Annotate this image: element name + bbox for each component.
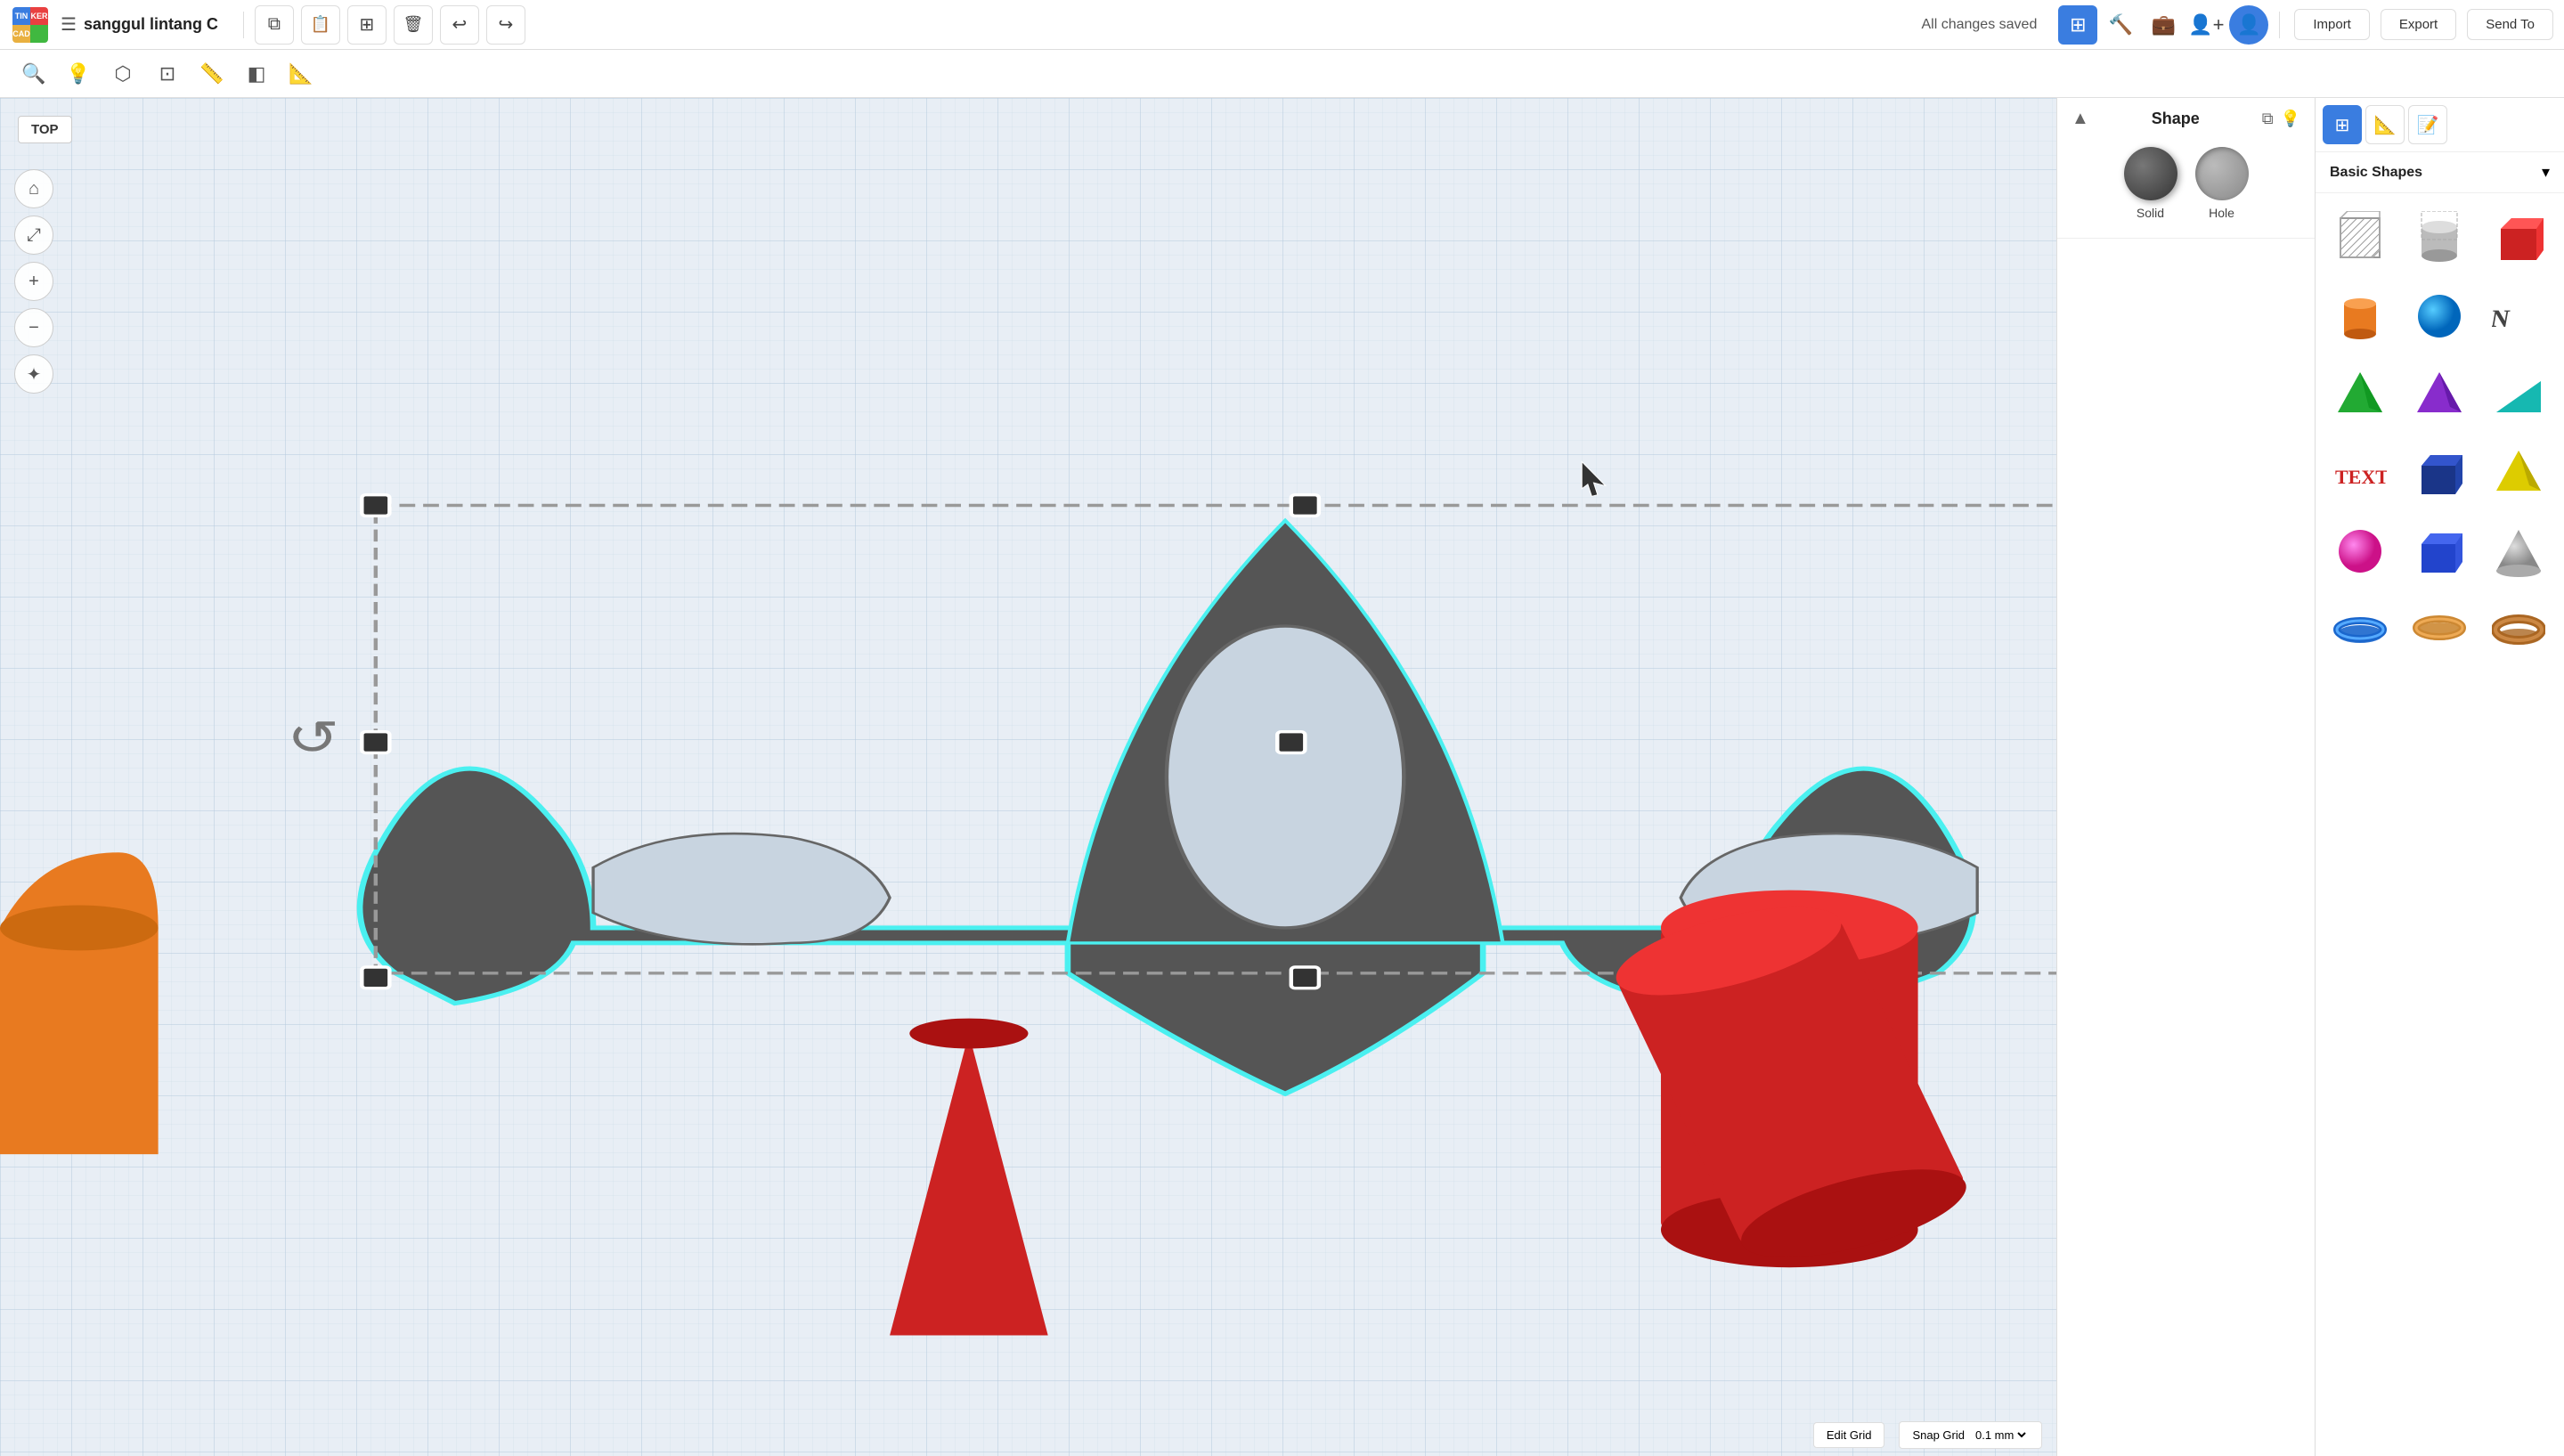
- main-area: TOP ⌂ ⤢ + − ✦: [0, 98, 2564, 1456]
- handle-bc: [1291, 967, 1319, 988]
- search-tool[interactable]: 🔍: [14, 54, 53, 94]
- solid-option[interactable]: Solid: [2124, 147, 2177, 220]
- handle-ml: [362, 732, 389, 753]
- shape-item-ring-brown[interactable]: [2402, 592, 2477, 667]
- delete-button[interactable]: 🗑: [394, 5, 433, 45]
- library-dropdown-button[interactable]: ▾: [2542, 163, 2550, 182]
- logo-bl: CAD: [12, 25, 30, 43]
- shape-panel-title: Shape: [2152, 110, 2200, 128]
- divider: [243, 12, 244, 38]
- shape-item-text-red[interactable]: TEXT: [2323, 435, 2397, 510]
- top-bar: TIN KER CAD ☰ sanggul lintang C ⧉ 📋 ⊞ 🗑 …: [0, 0, 2564, 50]
- tools-button[interactable]: 🔨: [2101, 5, 2140, 45]
- shape-item-sphere-pink[interactable]: [2323, 514, 2397, 589]
- lib-top-nav: ⊞ 📐 📝: [2316, 98, 2564, 152]
- shapes-grid: N: [2316, 193, 2564, 674]
- logo-tl: TIN: [12, 7, 30, 25]
- shape-item-box-striped[interactable]: [2323, 200, 2397, 275]
- svg-text:N: N: [2492, 305, 2511, 333]
- shape-item-box-navy[interactable]: [2402, 435, 2477, 510]
- copy-button[interactable]: ⧉: [255, 5, 294, 45]
- projects-button[interactable]: 💼: [2144, 5, 2183, 45]
- shape-item-box-blue[interactable]: [2402, 514, 2477, 589]
- import-button[interactable]: Import: [2294, 9, 2370, 40]
- handle-tc: [1291, 495, 1319, 517]
- shape-item-pyramid-purple[interactable]: [2402, 357, 2477, 432]
- rotate-left-icon: ↺: [287, 712, 340, 765]
- shape-panel-header: ▲ Shape ⧉ 💡: [2072, 109, 2300, 129]
- hole-circle: [2195, 147, 2249, 200]
- panel-light-icon[interactable]: 💡: [2281, 110, 2300, 128]
- solid-label: Solid: [2137, 206, 2164, 220]
- snap-grid-select[interactable]: 0.1 mm 0.5 mm 1.0 mm: [1972, 1428, 2029, 1443]
- send-to-button[interactable]: Send To: [2467, 9, 2553, 40]
- shape-item-cylinder-silver[interactable]: [2402, 200, 2477, 275]
- lib-grid-button[interactable]: ⊞: [2323, 105, 2362, 144]
- shape-item-cylinder-orange[interactable]: [2323, 279, 2397, 354]
- panel-copy-icon[interactable]: ⧉: [2262, 110, 2274, 128]
- svg-text:TEXT: TEXT: [2335, 466, 2387, 488]
- duplicate-button[interactable]: ⊞: [347, 5, 387, 45]
- shape-item-box-red[interactable]: [2481, 200, 2556, 275]
- solid-circle: [2124, 147, 2177, 200]
- shape-item-letters[interactable]: N: [2481, 279, 2556, 354]
- lib-ruler-button[interactable]: 📐: [2365, 105, 2405, 144]
- secondary-toolbar: 🔍 💡 ⬡ ⊡ 📏 ◧ 📐: [0, 50, 2564, 98]
- grid-view-button[interactable]: ⊞: [2058, 5, 2097, 45]
- bottom-controls: Edit Grid Snap Grid 0.1 mm 0.5 mm 1.0 mm: [1813, 1421, 2042, 1449]
- doc-icon: ☰: [61, 13, 77, 36]
- library-title: Basic Shapes: [2330, 165, 2422, 181]
- shape-properties-panel: ▲ Shape ⧉ 💡 Solid Hole: [2056, 98, 2315, 1456]
- shape-item-donut-brown[interactable]: [2481, 592, 2556, 667]
- canvas[interactable]: TOP ⌂ ⤢ + − ✦: [0, 98, 2056, 1456]
- nav-icons: ⊞ 🔨 💼 👤+ 👤: [2058, 5, 2268, 45]
- shape-item-torus-blue[interactable]: [2323, 592, 2397, 667]
- snap-grid-control: Snap Grid 0.1 mm 0.5 mm 1.0 mm: [1899, 1421, 2042, 1449]
- library-header: Basic Shapes ▾: [2316, 152, 2564, 193]
- ruler-tool[interactable]: 📏: [192, 54, 232, 94]
- logo-tr: KER: [30, 7, 48, 25]
- doc-name[interactable]: sanggul lintang C: [84, 15, 218, 34]
- mirror-tool[interactable]: ◧: [237, 54, 276, 94]
- handle-tl: [362, 495, 389, 517]
- hole-label: Hole: [2209, 206, 2234, 220]
- divider2: [2279, 12, 2280, 38]
- status-text: All changes saved: [1921, 17, 2037, 33]
- avatar-button[interactable]: 👤: [2229, 5, 2268, 45]
- shape-options: Solid Hole: [2072, 140, 2300, 227]
- export-button[interactable]: Export: [2381, 9, 2456, 40]
- panel-icons: ⧉ 💡: [2262, 110, 2300, 128]
- paste-button[interactable]: 📋: [301, 5, 340, 45]
- shape-panel: ▲ Shape ⧉ 💡 Solid Hole: [2057, 98, 2315, 239]
- bulb-tool[interactable]: 💡: [59, 54, 98, 94]
- redo-button[interactable]: ↪: [486, 5, 525, 45]
- account-add-button[interactable]: 👤+: [2186, 5, 2226, 45]
- undo-button[interactable]: ↩: [440, 5, 479, 45]
- shape-item-cone-gray[interactable]: [2481, 514, 2556, 589]
- logo-br: [30, 25, 48, 43]
- logo[interactable]: TIN KER CAD: [11, 5, 50, 45]
- snap-tool[interactable]: ⊡: [148, 54, 187, 94]
- shape-item-wedge-teal[interactable]: [2481, 357, 2556, 432]
- hole-option[interactable]: Hole: [2195, 147, 2249, 220]
- edit-grid-button[interactable]: Edit Grid: [1813, 1422, 1885, 1448]
- shape-tool[interactable]: ⬡: [103, 54, 142, 94]
- shape-item-pyramid-yellow[interactable]: [2481, 435, 2556, 510]
- shapes-library: ⊞ 📐 📝 Basic Shapes ▾: [2315, 98, 2564, 1456]
- collapse-button[interactable]: ▲: [2072, 109, 2089, 129]
- main-shape-svg[interactable]: ↺ ↻: [0, 98, 2056, 1456]
- shape-item-pyramid-green[interactable]: [2323, 357, 2397, 432]
- handle-center: [1277, 732, 1305, 753]
- snap-grid-label: Snap Grid: [1912, 1428, 1965, 1442]
- shape-item-sphere-blue[interactable]: [2402, 279, 2477, 354]
- lib-note-button[interactable]: 📝: [2408, 105, 2447, 144]
- measure-tool[interactable]: 📐: [281, 54, 321, 94]
- handle-bl: [362, 967, 389, 988]
